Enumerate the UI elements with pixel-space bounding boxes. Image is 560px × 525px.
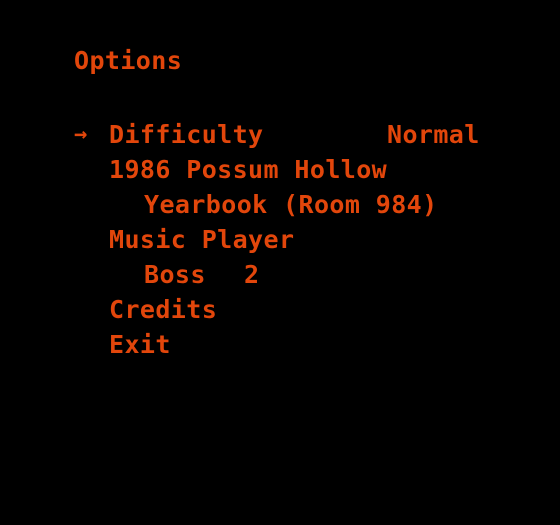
- menu-item-label: Yearbook (Room 984): [144, 190, 438, 219]
- menu-item-music-player[interactable]: Music Player: [0, 222, 560, 257]
- menu-item-value[interactable]: 2: [244, 257, 259, 292]
- menu-item-yearbook-room-984[interactable]: Yearbook (Room 984): [0, 187, 560, 222]
- menu-item-label: 1986 Possum Hollow: [109, 155, 388, 184]
- menu-item-label: Credits: [109, 295, 218, 324]
- menu-item-credits[interactable]: Credits: [0, 292, 560, 327]
- menu-item-label: Difficulty: [109, 120, 264, 149]
- menu-item-exit[interactable]: Exit: [0, 327, 560, 362]
- page-title: Options: [74, 46, 183, 75]
- menu-item-boss[interactable]: Boss 2: [0, 257, 560, 292]
- selection-arrow-icon: →: [74, 122, 88, 147]
- menu-item-difficulty[interactable]: → Difficulty Normal: [0, 117, 560, 152]
- options-menu: → Difficulty Normal 1986 Possum Hollow Yearb…: [0, 117, 560, 362]
- game-options-screen: Options → Difficulty Normal 1986 Possum Hol…: [0, 0, 560, 525]
- menu-item-1986-possum-hollow[interactable]: 1986 Possum Hollow: [0, 152, 560, 187]
- menu-item-label: Music Player: [109, 225, 295, 254]
- menu-item-label: Exit: [109, 330, 171, 359]
- menu-item-value[interactable]: Normal: [387, 117, 480, 152]
- menu-item-label: Boss: [144, 260, 206, 289]
